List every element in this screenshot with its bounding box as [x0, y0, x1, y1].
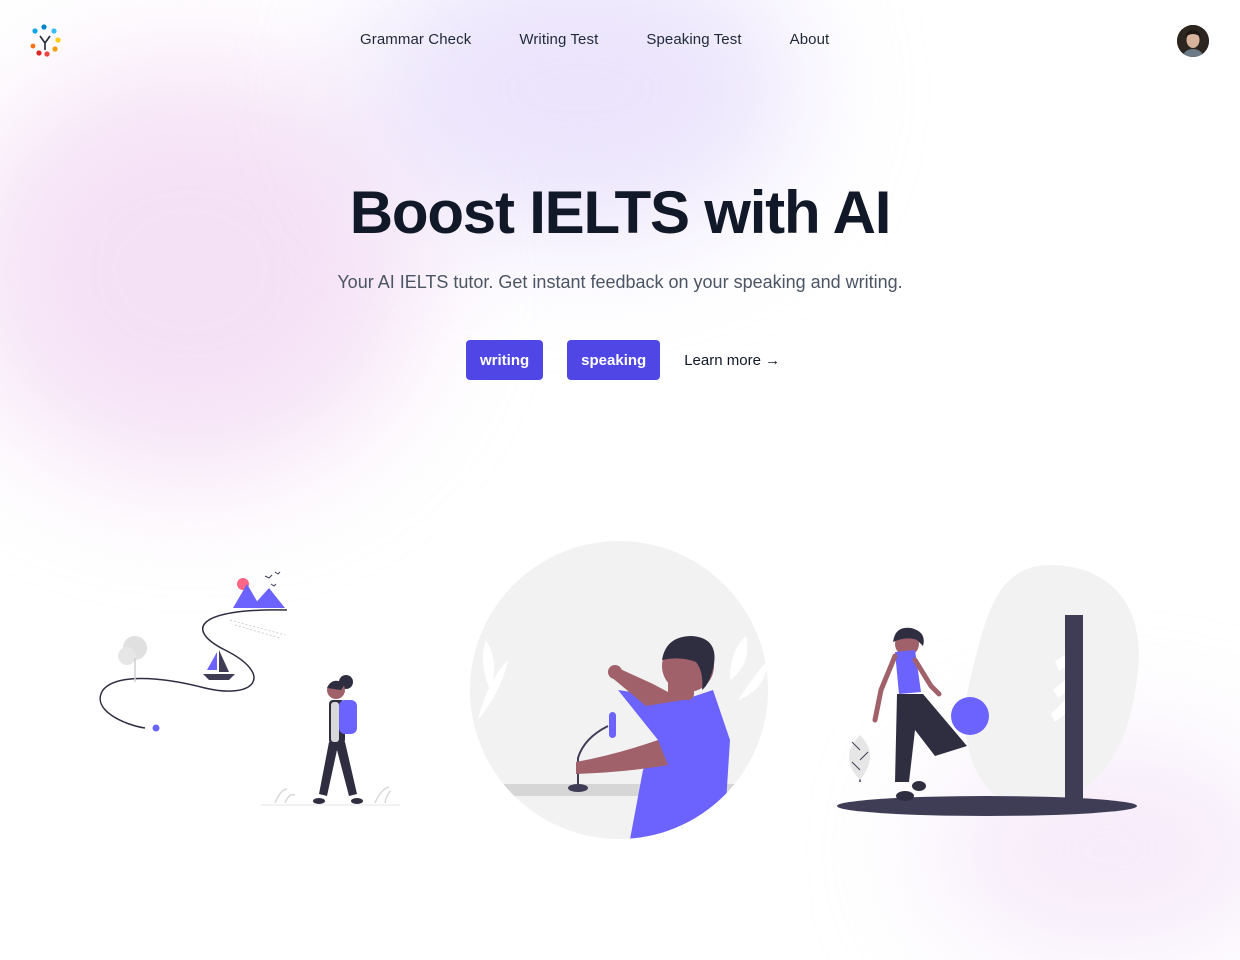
- journey-illustration: [99, 571, 400, 806]
- avatar-image: [1177, 25, 1209, 57]
- nav-about[interactable]: About: [790, 31, 830, 48]
- brand-logo-icon[interactable]: [28, 22, 64, 60]
- speaking-button[interactable]: speaking: [567, 340, 661, 380]
- learn-more-link[interactable]: Learn more →: [684, 352, 780, 369]
- nav-speaking-test[interactable]: Speaking Test: [646, 31, 741, 48]
- play-ball-illustration: [837, 565, 1139, 816]
- main-nav: Grammar Check Writing Test Speaking Test…: [360, 31, 829, 48]
- hero-title: Boost IELTS with AI: [349, 179, 892, 246]
- user-avatar[interactable]: [1177, 25, 1209, 57]
- top-header: Grammar Check Writing Test Speaking Test…: [0, 0, 1240, 82]
- hero-actions: writing speaking Learn more →: [466, 340, 780, 380]
- writing-button[interactable]: writing: [466, 340, 544, 380]
- hero-subtitle: Your AI IELTS tutor. Get instant feedbac…: [337, 272, 903, 292]
- nav-grammar-check[interactable]: Grammar Check: [360, 31, 471, 48]
- nav-writing-test[interactable]: Writing Test: [519, 31, 598, 48]
- speaker-illustration: [470, 541, 768, 839]
